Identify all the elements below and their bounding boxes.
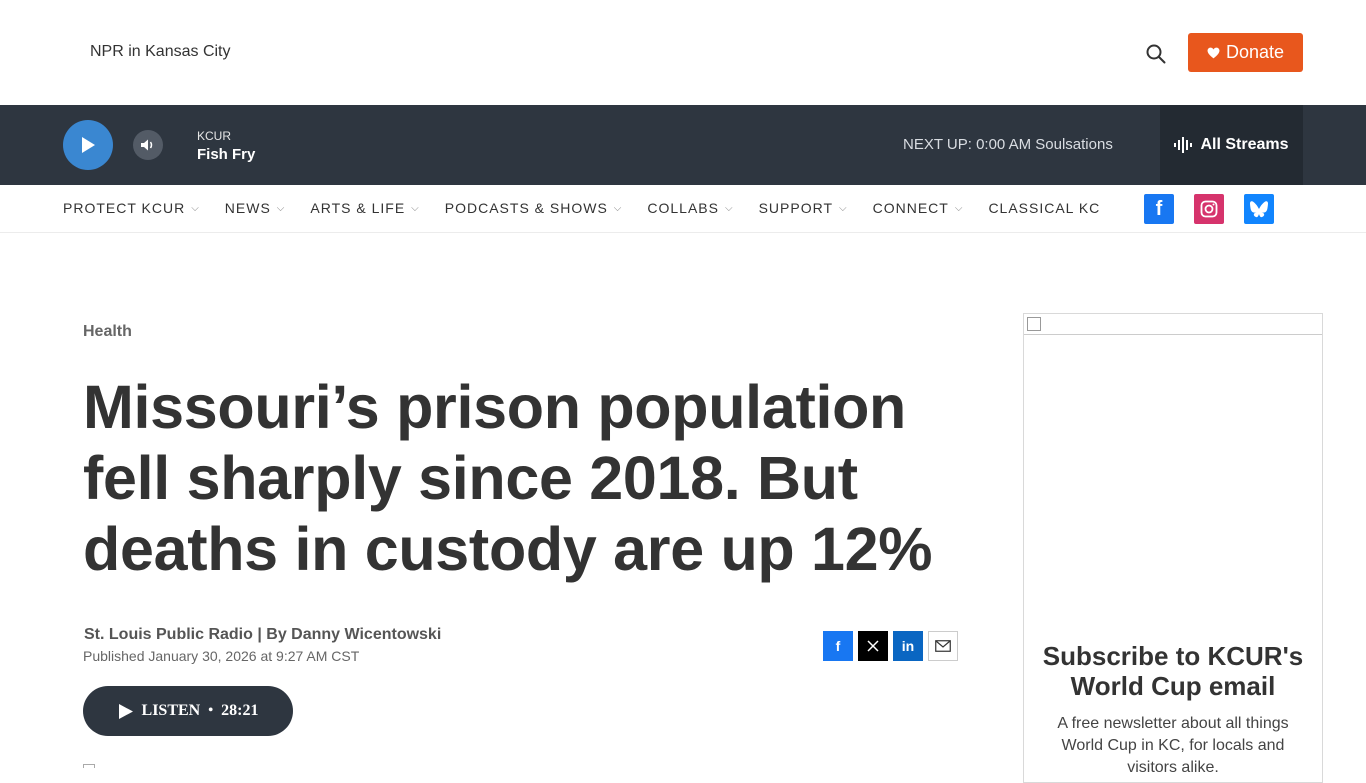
nav-menu: PROTECT KCUR ⌵ NEWS ⌵ ARTS & LIFE ⌵ PODCAST…	[63, 200, 1125, 216]
promo-description: A free newsletter about all things World…	[1057, 715, 1289, 776]
chevron-down-icon: ⌵	[613, 202, 623, 214]
chevron-down-icon: ⌵	[724, 202, 734, 214]
listen-button[interactable]: LISTEN • 28:21	[83, 686, 293, 736]
nav-item-label: CLASSICAL KC	[988, 200, 1101, 216]
bluesky-icon	[1250, 201, 1268, 218]
listen-separator: •	[208, 703, 214, 718]
nav-item-label: ARTS & LIFE	[310, 200, 406, 216]
chevron-down-icon: ⌵	[191, 202, 200, 214]
instagram-link[interactable]	[1194, 194, 1224, 224]
facebook-icon: f	[1155, 197, 1163, 220]
share-email-button[interactable]	[928, 631, 958, 661]
share-facebook-button[interactable]: f	[823, 631, 853, 661]
volume-button[interactable]	[133, 130, 163, 160]
play-button[interactable]	[63, 120, 113, 170]
share-linkedin-button[interactable]: in	[893, 631, 923, 661]
nav-item-label: CONNECT	[872, 200, 949, 216]
donate-label: Donate	[1225, 42, 1285, 62]
sidebar-ad-image[interactable]	[1024, 314, 1322, 335]
station-call-sign: KCUR	[197, 129, 232, 143]
chevron-down-icon: ⌵	[276, 202, 286, 214]
nav-item-label: SUPPORT	[758, 200, 834, 216]
next-up-text: NEXT UP: 0:00 AM Soulsations	[903, 136, 1113, 153]
nav-item-label: PROTECT KCUR	[63, 200, 186, 216]
heart-icon	[1207, 47, 1220, 58]
donate-button[interactable]: Donate	[1188, 33, 1303, 72]
nav-item-podcasts-shows[interactable]: PODCASTS & SHOWS ⌵	[445, 200, 623, 216]
linkedin-icon: in	[901, 638, 915, 654]
broken-image-icon	[1027, 317, 1041, 331]
now-playing: KCUR Fish Fry	[197, 129, 255, 163]
image-placeholder	[83, 764, 95, 768]
promo-title: Subscribe to KCUR's World Cup email	[1042, 641, 1304, 701]
article-byline[interactable]: St. Louis Public Radio | By Danny Wicent…	[84, 626, 441, 644]
audio-wave-icon	[1174, 137, 1193, 153]
play-icon	[82, 137, 95, 153]
brand-tagline[interactable]: NPR in Kansas City	[90, 43, 231, 61]
nav-item-connect[interactable]: CONNECT ⌵	[873, 200, 964, 216]
nav-item-news[interactable]: NEWS ⌵	[225, 200, 286, 216]
instagram-icon	[1200, 200, 1218, 218]
listen-duration: 28:21	[221, 702, 259, 719]
nav-item-arts-life[interactable]: ARTS & LIFE ⌵	[310, 200, 419, 216]
email-icon	[935, 640, 951, 652]
all-streams-button[interactable]: All Streams	[1160, 105, 1303, 185]
search-icon	[1146, 44, 1166, 64]
facebook-icon: f	[835, 638, 841, 654]
nav-item-label: NEWS	[224, 200, 271, 216]
live-player-bar: KCUR Fish Fry NEXT UP: 0:00 AM Soulsatio…	[0, 105, 1366, 185]
nav-item-collabs[interactable]: COLLABS ⌵	[647, 200, 733, 216]
share-x-button[interactable]	[858, 631, 888, 661]
facebook-link[interactable]: f	[1144, 194, 1174, 224]
search-button[interactable]	[1140, 38, 1172, 70]
chevron-down-icon: ⌵	[954, 202, 964, 214]
chevron-down-icon: ⌵	[839, 202, 848, 214]
nav-item-support[interactable]: SUPPORT ⌵	[759, 200, 848, 216]
nav-item-label: PODCASTS & SHOWS	[444, 200, 608, 216]
article-headline: Missouri’s prison population fell sharpl…	[83, 373, 933, 583]
play-icon	[118, 703, 133, 719]
nav-item-label: COLLABS	[647, 200, 719, 216]
x-icon	[867, 640, 879, 652]
nav-item-classical-kc[interactable]: CLASSICAL KC	[988, 200, 1100, 216]
article-category[interactable]: Health	[83, 323, 132, 341]
listen-label: LISTEN	[141, 702, 201, 719]
chevron-down-icon: ⌵	[411, 202, 420, 214]
current-show: Fish Fry	[197, 146, 256, 163]
volume-icon	[141, 139, 153, 151]
all-streams-label: All Streams	[1200, 136, 1289, 153]
site-header: NPR in Kansas City Donate	[0, 0, 1366, 105]
nav-item-protect-kcur[interactable]: PROTECT KCUR ⌵	[63, 200, 200, 216]
publish-date: Published January 30, 2026 at 9:27 AM CS…	[83, 648, 360, 664]
sidebar-promo: Subscribe to KCUR's World Cup email A fr…	[1023, 313, 1323, 783]
bluesky-link[interactable]	[1244, 194, 1274, 224]
